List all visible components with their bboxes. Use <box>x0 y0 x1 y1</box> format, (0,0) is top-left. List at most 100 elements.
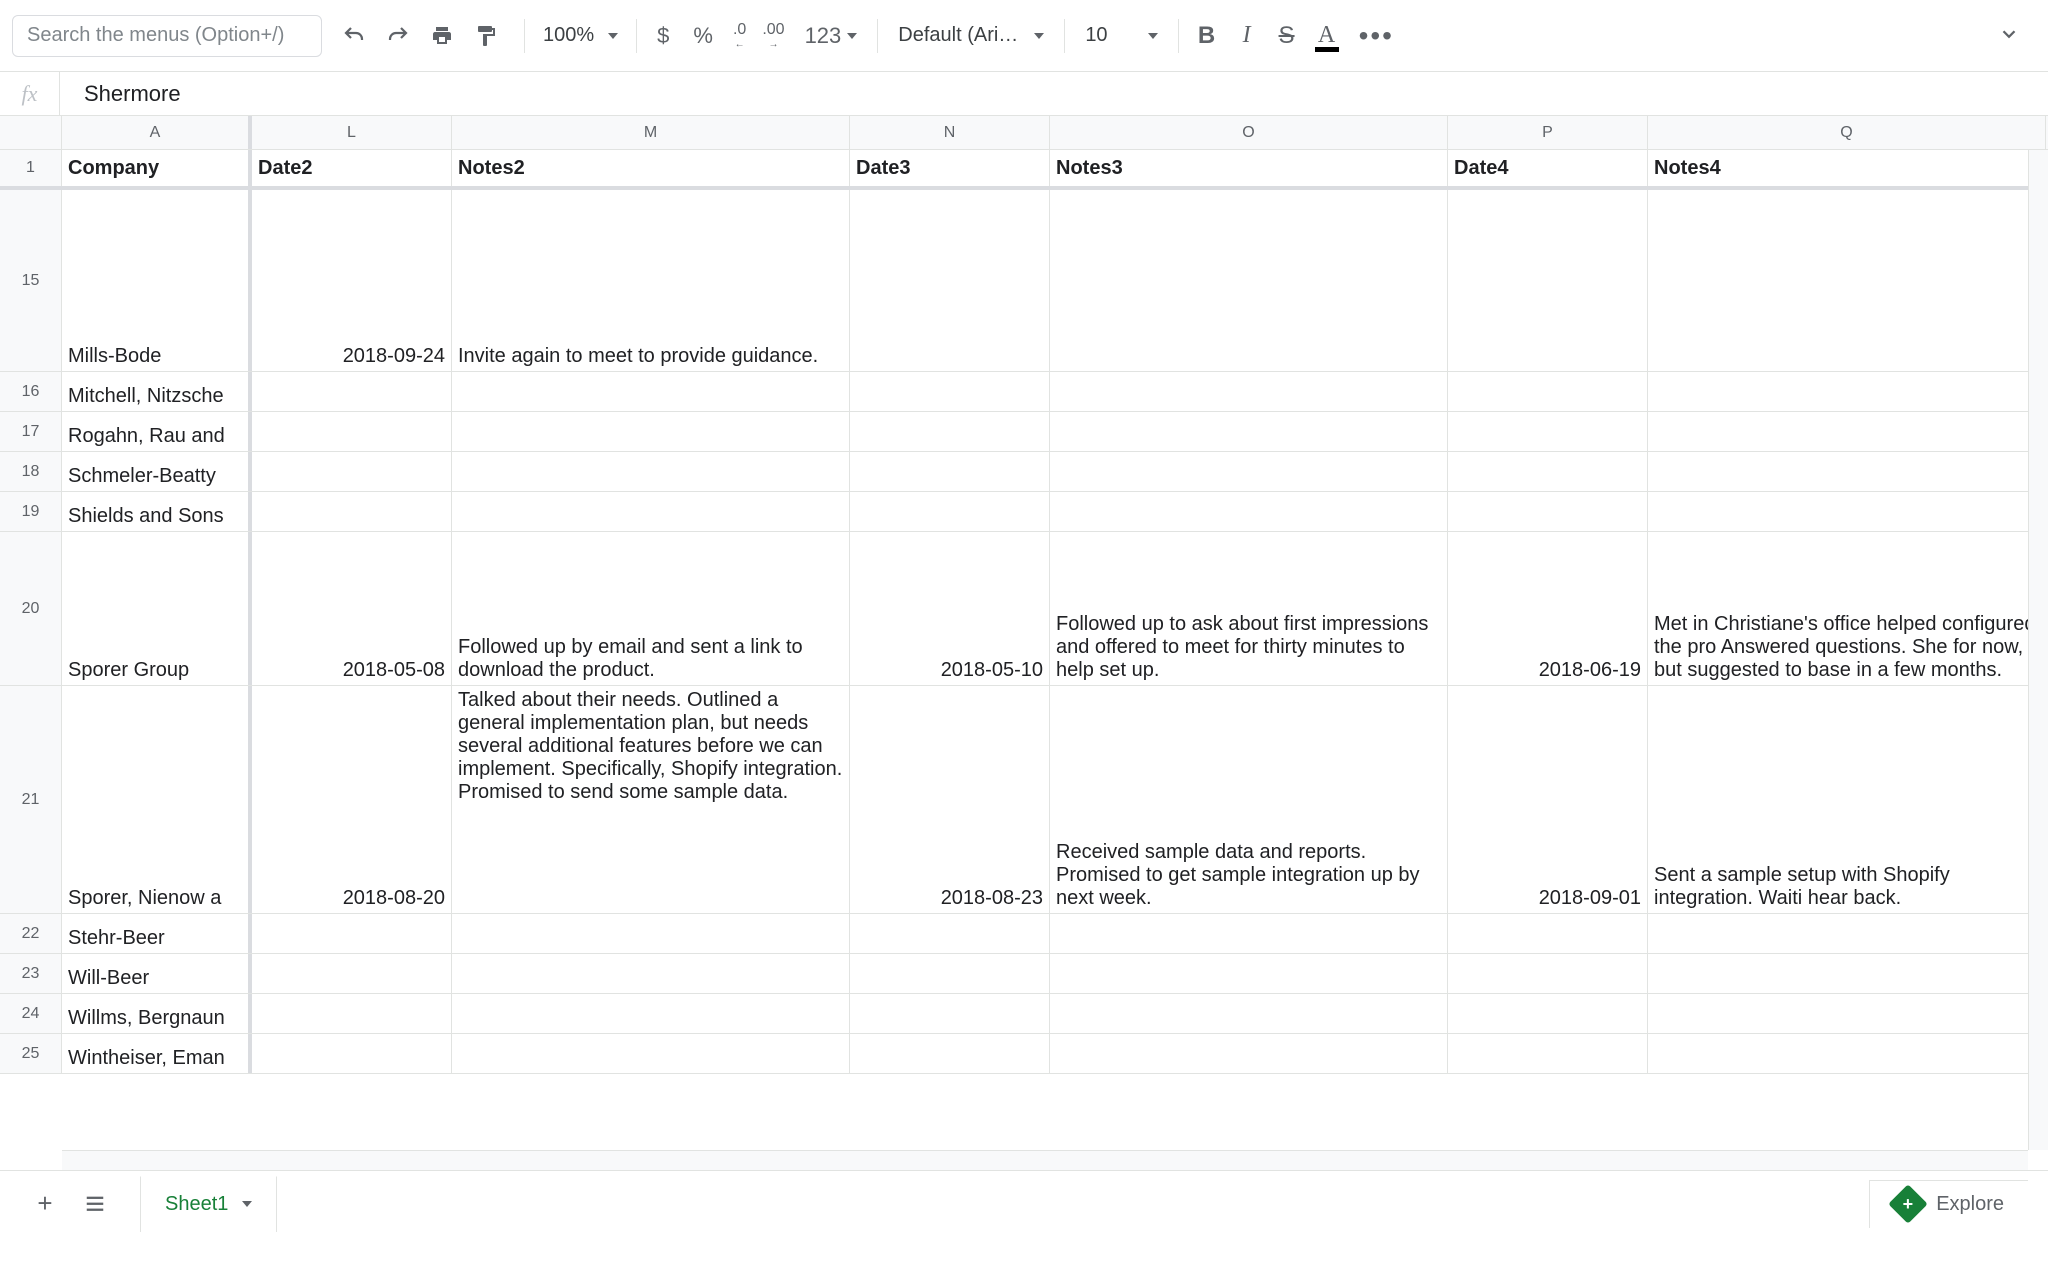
cell[interactable] <box>1448 452 1648 491</box>
cell[interactable] <box>1648 190 2046 371</box>
column-header-Q[interactable]: Q <box>1648 116 2046 149</box>
cell[interactable] <box>252 492 452 531</box>
cell[interactable] <box>252 954 452 993</box>
cell[interactable] <box>252 994 452 1033</box>
cell[interactable]: Willms, Bergnaun <box>62 994 252 1033</box>
cell[interactable] <box>850 190 1050 371</box>
cell[interactable]: Wintheiser, Eman <box>62 1034 252 1073</box>
number-format-dropdown[interactable]: 123 <box>795 23 868 49</box>
cell[interactable] <box>252 452 452 491</box>
row-header-19[interactable]: 19 <box>0 492 62 531</box>
column-header-M[interactable]: M <box>452 116 850 149</box>
cell[interactable] <box>452 372 850 411</box>
paint-format-button[interactable] <box>468 18 504 54</box>
cell[interactable]: Will-Beer <box>62 954 252 993</box>
vertical-scrollbar[interactable] <box>2028 150 2048 1150</box>
cell[interactable]: Rogahn, Rau and <box>62 412 252 451</box>
cell[interactable] <box>1448 954 1648 993</box>
cell[interactable] <box>452 1034 850 1073</box>
cell[interactable] <box>1448 492 1648 531</box>
row-header-25[interactable]: 25 <box>0 1034 62 1073</box>
add-sheet-button[interactable]: + <box>20 1179 70 1229</box>
cell[interactable]: Stehr-Beer <box>62 914 252 953</box>
cell[interactable]: Date4 <box>1448 150 1648 186</box>
cell[interactable] <box>1648 914 2046 953</box>
cell[interactable] <box>850 372 1050 411</box>
cell[interactable]: Followed up to ask about first impressio… <box>1050 532 1448 685</box>
cell[interactable]: Schmeler-Beatty <box>62 452 252 491</box>
cell[interactable] <box>452 914 850 953</box>
cell[interactable]: Received sample data and reports. Promis… <box>1050 686 1448 913</box>
column-header-O[interactable]: O <box>1050 116 1448 149</box>
cell[interactable] <box>1050 452 1448 491</box>
cell[interactable] <box>1050 492 1448 531</box>
decrease-decimal-button[interactable]: .0 ← <box>727 18 752 54</box>
formula-input[interactable]: Shermore <box>60 72 2048 115</box>
percent-format-button[interactable]: % <box>683 23 723 49</box>
cell[interactable]: 2018-08-20 <box>252 686 452 913</box>
cell[interactable]: 2018-05-10 <box>850 532 1050 685</box>
cell[interactable] <box>1050 954 1448 993</box>
cell[interactable]: Invite again to meet to provide guidance… <box>452 190 850 371</box>
cell[interactable] <box>1648 372 2046 411</box>
cell[interactable]: Notes2 <box>452 150 850 186</box>
cell[interactable] <box>1448 372 1648 411</box>
font-size-dropdown[interactable]: 10 <box>1075 24 1167 47</box>
cell[interactable] <box>452 452 850 491</box>
cell[interactable]: Mitchell, Nitzsche <box>62 372 252 411</box>
strikethrough-button[interactable]: S <box>1269 18 1305 54</box>
cell[interactable] <box>850 412 1050 451</box>
cell[interactable] <box>1448 190 1648 371</box>
cell[interactable] <box>1648 1034 2046 1073</box>
row-header-15[interactable]: 15 <box>0 190 62 371</box>
row-header-20[interactable]: 20 <box>0 532 62 685</box>
cell[interactable] <box>850 1034 1050 1073</box>
row-header-24[interactable]: 24 <box>0 994 62 1033</box>
cell[interactable] <box>1648 994 2046 1033</box>
row-header-23[interactable]: 23 <box>0 954 62 993</box>
cell[interactable] <box>1448 914 1648 953</box>
cell[interactable]: Mills-Bode <box>62 190 252 371</box>
all-sheets-button[interactable] <box>70 1179 120 1229</box>
row-header-21[interactable]: 21 <box>0 686 62 913</box>
bold-button[interactable]: B <box>1189 18 1225 54</box>
print-button[interactable] <box>424 18 460 54</box>
more-toolbar-button[interactable]: ••• <box>1349 20 1404 52</box>
cell[interactable] <box>252 412 452 451</box>
cell[interactable] <box>1448 1034 1648 1073</box>
italic-button[interactable]: I <box>1229 18 1265 54</box>
row-header-18[interactable]: 18 <box>0 452 62 491</box>
cell[interactable] <box>1050 914 1448 953</box>
redo-button[interactable] <box>380 18 416 54</box>
collapse-toolbar-button[interactable] <box>1982 23 2036 48</box>
cell[interactable] <box>1050 1034 1448 1073</box>
row-header-22[interactable]: 22 <box>0 914 62 953</box>
cell[interactable]: Followed up by email and sent a link to … <box>452 532 850 685</box>
column-header-A[interactable]: A <box>62 116 252 149</box>
cell[interactable] <box>850 492 1050 531</box>
column-header-P[interactable]: P <box>1448 116 1648 149</box>
cell[interactable] <box>850 994 1050 1033</box>
cell[interactable] <box>1648 492 2046 531</box>
cell[interactable]: 2018-08-23 <box>850 686 1050 913</box>
explore-button[interactable]: Explore <box>1869 1180 2028 1228</box>
cell[interactable] <box>452 994 850 1033</box>
row-header-1[interactable]: 1 <box>0 150 62 186</box>
cell[interactable] <box>850 452 1050 491</box>
cell[interactable]: Met in Christiane's office helped config… <box>1648 532 2046 685</box>
select-all-corner[interactable] <box>0 116 62 149</box>
cell[interactable] <box>252 1034 452 1073</box>
zoom-dropdown[interactable]: 100% <box>535 24 626 47</box>
cell[interactable]: Date3 <box>850 150 1050 186</box>
cell[interactable] <box>1050 372 1448 411</box>
cell[interactable] <box>452 412 850 451</box>
cell[interactable] <box>452 954 850 993</box>
cell[interactable]: Notes3 <box>1050 150 1448 186</box>
undo-button[interactable] <box>336 18 372 54</box>
cell[interactable] <box>1648 452 2046 491</box>
cell[interactable]: 2018-09-01 <box>1448 686 1648 913</box>
cell[interactable] <box>452 492 850 531</box>
cell[interactable]: Notes4 <box>1648 150 2046 186</box>
cell[interactable] <box>1648 412 2046 451</box>
cell[interactable]: Sent a sample setup with Shopify integra… <box>1648 686 2046 913</box>
